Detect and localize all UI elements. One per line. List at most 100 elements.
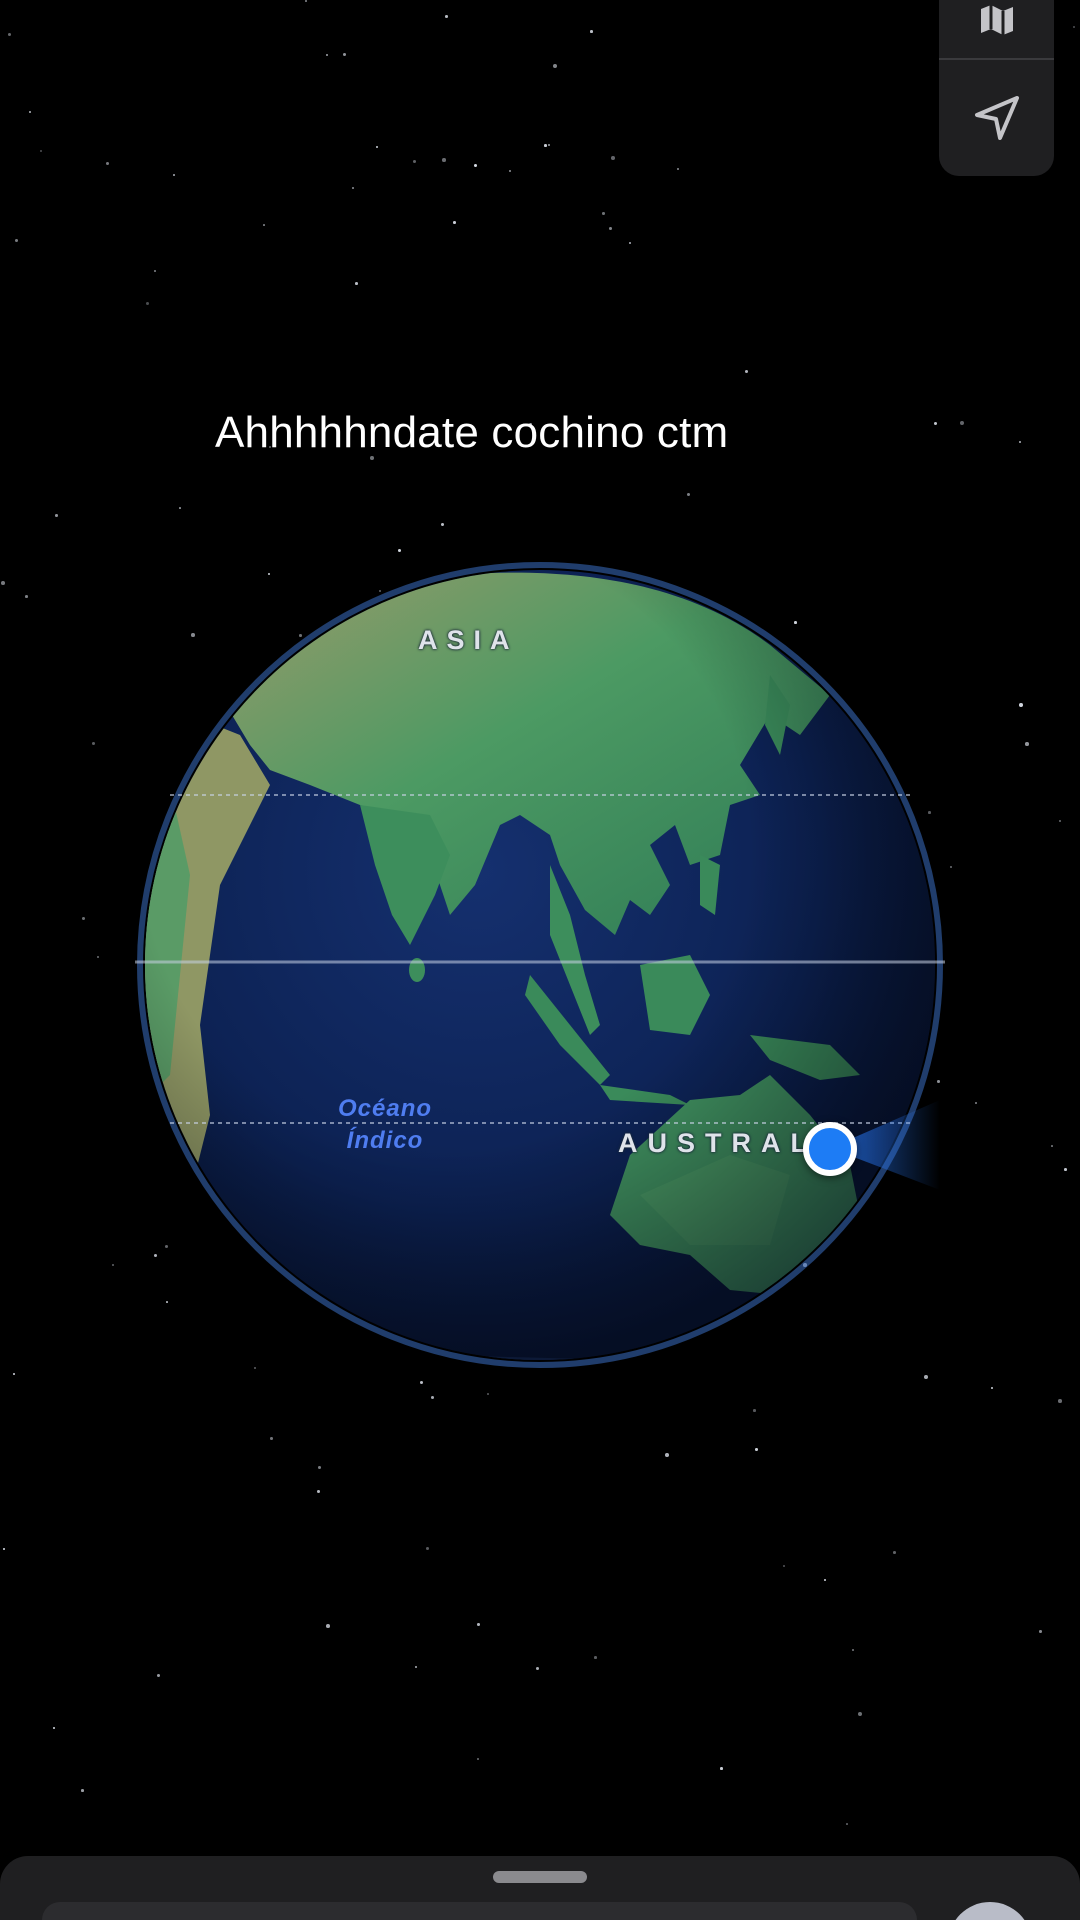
caption-text: Ahhhhhndate cochino ctm — [215, 408, 729, 457]
star — [441, 523, 444, 526]
star — [305, 0, 308, 3]
star — [1039, 1630, 1042, 1633]
star — [665, 1453, 669, 1457]
label-indian-ocean: Océano Índico — [338, 1093, 432, 1157]
star — [924, 1375, 928, 1379]
star — [687, 493, 691, 497]
star — [1064, 1168, 1067, 1171]
star — [453, 221, 456, 224]
bottom-sheet[interactable] — [0, 1856, 1080, 1920]
star — [13, 1373, 15, 1375]
star — [477, 1623, 480, 1626]
label-asia: ASIA — [418, 625, 519, 655]
star — [317, 1490, 320, 1493]
star — [352, 187, 354, 189]
locate-me-button[interactable] — [939, 60, 1054, 176]
star — [991, 1387, 994, 1390]
star — [1059, 820, 1061, 822]
star — [106, 162, 110, 166]
star — [755, 1448, 758, 1451]
map-controls-panel — [939, 0, 1054, 176]
star — [25, 595, 28, 598]
map-icon — [980, 5, 1013, 35]
star — [975, 1102, 978, 1105]
star — [263, 224, 265, 226]
star — [326, 54, 328, 56]
star — [745, 370, 749, 374]
ocean-label-line2: Índico — [346, 1127, 424, 1154]
star — [53, 1727, 55, 1729]
star — [3, 1548, 5, 1550]
star — [852, 1649, 854, 1651]
star — [92, 742, 96, 746]
avatar[interactable] — [948, 1902, 1032, 1920]
star — [445, 15, 448, 18]
star — [179, 507, 181, 509]
star — [318, 1466, 322, 1470]
sheet-grabber[interactable] — [493, 1871, 587, 1883]
star — [112, 1264, 115, 1267]
current-location-dot[interactable] — [803, 1122, 857, 1176]
star — [858, 1712, 862, 1716]
star — [824, 1579, 827, 1582]
star — [343, 53, 347, 57]
star — [157, 1674, 161, 1678]
star — [509, 170, 512, 173]
star — [474, 164, 477, 167]
star — [753, 1409, 756, 1412]
star — [415, 1666, 418, 1669]
globe[interactable] — [130, 555, 950, 1375]
star — [146, 302, 150, 306]
star — [326, 1624, 330, 1628]
star — [1019, 703, 1023, 707]
star — [477, 1758, 479, 1760]
star — [420, 1381, 424, 1385]
star — [1073, 26, 1076, 29]
star — [594, 1656, 597, 1659]
location-arrow-icon — [974, 96, 1019, 140]
star — [590, 30, 593, 33]
search-field[interactable] — [42, 1902, 917, 1920]
star — [1051, 1145, 1053, 1147]
star — [783, 1565, 785, 1567]
star — [8, 33, 12, 37]
maps-screen: Ahhhhhndate cochino ctm ASIA Océano Índi… — [0, 0, 1080, 1920]
star — [376, 146, 379, 149]
star — [602, 212, 605, 215]
star — [893, 1551, 896, 1554]
star — [536, 1667, 540, 1671]
star — [629, 242, 632, 245]
map-mode-button[interactable] — [939, 0, 1054, 58]
star — [677, 168, 680, 171]
star — [426, 1547, 430, 1551]
star — [1, 581, 5, 585]
star — [720, 1767, 723, 1770]
star — [413, 160, 417, 164]
star — [487, 1393, 489, 1395]
star — [950, 866, 953, 869]
star — [1019, 441, 1022, 444]
star — [40, 150, 42, 152]
star — [611, 156, 615, 160]
star — [934, 422, 938, 426]
star — [55, 514, 58, 517]
star — [82, 917, 86, 921]
star — [1058, 1399, 1062, 1403]
star — [442, 158, 446, 162]
ocean-label-line1: Océano — [338, 1095, 433, 1122]
star — [960, 421, 964, 425]
star — [270, 1437, 273, 1440]
star — [1025, 742, 1029, 746]
star — [15, 239, 19, 243]
star — [548, 144, 551, 147]
star — [29, 111, 32, 114]
star — [154, 270, 156, 272]
star — [846, 1823, 848, 1825]
star — [544, 144, 547, 147]
star — [173, 174, 175, 176]
star — [97, 956, 100, 959]
star — [81, 1789, 84, 1792]
star — [609, 227, 612, 230]
star — [398, 549, 402, 553]
star — [431, 1396, 434, 1399]
